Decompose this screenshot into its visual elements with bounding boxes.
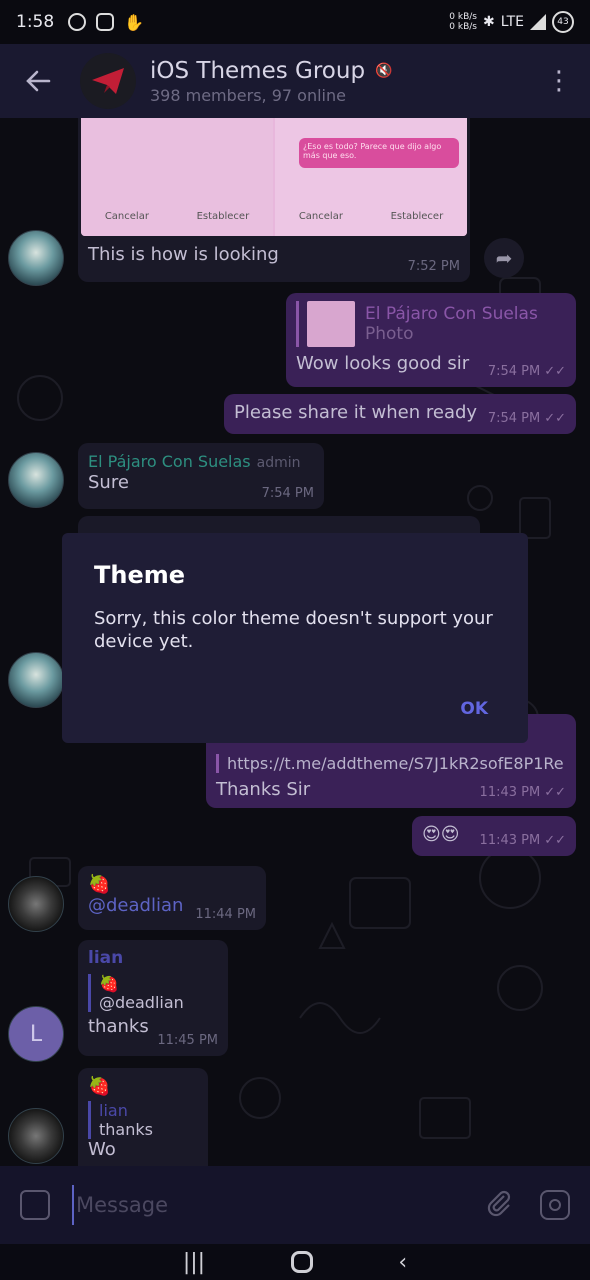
message-time: 7:54 PM: [261, 486, 314, 501]
quote-name: lian: [99, 1101, 128, 1120]
group-info[interactable]: iOS Themes Group 🔇 398 members, 97 onlin…: [150, 58, 393, 105]
network-speed: 0 kB/s 0 kB/s: [449, 12, 477, 32]
quote-emoji: 🍓: [99, 974, 119, 993]
outgoing-message[interactable]: El Pájaro Con Suelas Photo Wow looks goo…: [286, 293, 576, 387]
outgoing-message[interactable]: Please share it when ready 7:54 PM ✓✓: [224, 394, 576, 434]
message-composer: [0, 1166, 590, 1244]
avatar[interactable]: [8, 452, 64, 508]
ok-button[interactable]: OK: [460, 699, 488, 719]
sender-name: lian: [88, 948, 124, 968]
message-emoji: 🍓: [88, 1076, 111, 1097]
camera-icon[interactable]: [540, 1190, 570, 1220]
quote-text: @deadlian: [99, 993, 184, 1012]
bluetooth-icon: ✱: [482, 14, 495, 30]
message-text: 😍😍: [422, 824, 460, 845]
ss-set-left: Establecer: [196, 211, 250, 222]
outgoing-message[interactable]: 😍😍 11:43 PM ✓✓: [412, 816, 576, 856]
share-icon[interactable]: ➦: [484, 238, 524, 278]
reply-text: Photo: [365, 324, 414, 344]
avatar[interactable]: [8, 876, 64, 932]
instagram-icon: [96, 13, 115, 31]
incoming-message[interactable]: lian 🍓 @deadlian thanks 11:45 PM: [78, 940, 228, 1056]
dialog-message: Sorry, this color theme doesn't support …: [94, 608, 493, 652]
message-time: 11:44 PM: [195, 907, 256, 922]
dialog-title: Theme: [94, 561, 186, 589]
network-type: LTE: [500, 14, 524, 30]
message-time: 7:54 PM: [487, 364, 541, 379]
incoming-message[interactable]: 🍓 @deadlian 11:44 PM: [78, 866, 266, 930]
reply-name: El Pájaro Con Suelas: [365, 304, 538, 324]
clock: 1:58: [16, 12, 55, 32]
theme-screenshot-image[interactable]: Cancelar Establecer ¿Eso es todo? Parece…: [81, 118, 467, 236]
group-avatar[interactable]: [80, 53, 136, 109]
message-time: 11:43 PM: [479, 833, 541, 848]
message-time: 11:43 PM: [479, 785, 541, 800]
incoming-message[interactable]: El Pájaro Con Suelas admin Sure 7:54 PM: [78, 443, 324, 509]
avatar[interactable]: [8, 230, 64, 286]
message-text: This is how is looking: [88, 244, 279, 265]
recent-apps-icon[interactable]: |||: [183, 1250, 205, 1275]
theme-dialog: Theme Sorry, this color theme doesn't su…: [62, 533, 528, 743]
battery-icon: 43: [552, 11, 574, 33]
double-check-icon: ✓✓: [544, 411, 566, 426]
message-emoji: 🍓: [88, 874, 111, 895]
theme-link[interactable]: https://t.me/addtheme/S7J1kR2sofE8P1Re: [227, 754, 566, 773]
sender-name: El Pájaro Con Suelas: [88, 452, 251, 471]
message-text: Wo: [88, 1139, 116, 1160]
ss-cancel-right: Cancelar: [298, 211, 343, 222]
system-nav-bar: ||| ‹: [0, 1244, 590, 1280]
avatar[interactable]: L: [8, 1006, 64, 1062]
incoming-message[interactable]: 🍓 lian thanks Wo: [78, 1068, 208, 1166]
reply-thumbnail: [307, 301, 355, 347]
quote-text: thanks: [99, 1120, 153, 1139]
more-menu-icon[interactable]: ⋮: [544, 66, 574, 96]
ss-set-right: Establecer: [390, 211, 444, 222]
net-up: 0 kB/s: [449, 12, 477, 22]
back-arrow-icon[interactable]: [16, 59, 60, 103]
ss-pink-bubble: ¿Eso es todo? Parece que dijo algo más q…: [299, 138, 459, 168]
home-icon[interactable]: [290, 1251, 313, 1273]
message-time: 7:54 PM: [487, 411, 541, 426]
status-bar: 1:58 ✋ 0 kB/s 0 kB/s ✱ LTE 43: [0, 0, 590, 44]
message-input[interactable]: [72, 1185, 482, 1225]
group-subtitle: 398 members, 97 online: [150, 85, 346, 105]
chat-header: iOS Themes Group 🔇 398 members, 97 onlin…: [0, 44, 590, 118]
double-check-icon: ✓✓: [544, 785, 566, 800]
double-check-icon: ✓✓: [544, 833, 566, 848]
net-down: 0 kB/s: [449, 22, 477, 32]
hand-icon: ✋: [124, 12, 145, 32]
avatar[interactable]: [8, 1108, 64, 1164]
double-check-icon: ✓✓: [544, 364, 566, 379]
message-time: 7:52 PM: [407, 259, 460, 274]
group-title: iOS Themes Group: [150, 57, 366, 84]
mute-icon: 🔇: [375, 62, 393, 79]
back-nav-icon[interactable]: ‹: [398, 1250, 407, 1275]
message-text: Please share it when ready: [234, 402, 478, 423]
message-time: 11:45 PM: [157, 1033, 218, 1048]
spotify-icon: [68, 13, 87, 31]
admin-badge: admin: [256, 455, 301, 471]
ss-cancel-left: Cancelar: [104, 211, 149, 222]
photo-message[interactable]: Cancelar Establecer ¿Eso es todo? Parece…: [78, 118, 470, 282]
sticker-icon[interactable]: [20, 1190, 50, 1220]
avatar[interactable]: [8, 652, 64, 708]
signal-icon: [530, 14, 546, 30]
attach-icon[interactable]: [482, 1188, 516, 1222]
